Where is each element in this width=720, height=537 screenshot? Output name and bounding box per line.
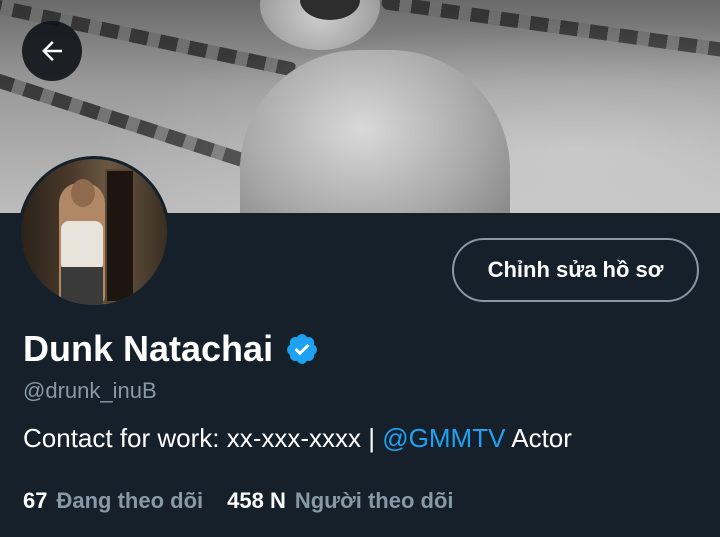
- followers-stat[interactable]: 458 N Người theo dõi: [227, 487, 453, 515]
- avatar-door: [105, 169, 135, 303]
- avatar-photo: [21, 159, 167, 305]
- profile-bio: Contact for work: xx-xxx-xxxx | @GMMTV A…: [23, 422, 572, 454]
- bio-text-prefix: Contact for work: xx-xxx-xxxx |: [23, 423, 383, 453]
- following-count: 67: [23, 488, 48, 513]
- profile-stats: 67 Đang theo dõi 458 N Người theo dõi: [23, 487, 454, 515]
- following-label: Đang theo dõi: [56, 488, 204, 513]
- following-stat[interactable]: 67 Đang theo dõi: [23, 487, 203, 515]
- profile-name: Dunk Natachai: [23, 328, 274, 369]
- profile-avatar[interactable]: [18, 156, 170, 308]
- profile-handle: @drunk_inuB: [23, 378, 157, 403]
- arrow-left-icon: [42, 41, 62, 61]
- edit-profile-button[interactable]: Chỉnh sửa hồ sơ: [452, 238, 699, 302]
- avatar-face: [71, 179, 95, 207]
- avatar-pants: [61, 267, 103, 305]
- avatar-shirt: [61, 221, 103, 271]
- profile-name-row: Dunk Natachai: [23, 327, 319, 371]
- verified-badge-icon: [287, 334, 317, 364]
- back-button[interactable]: [22, 21, 82, 81]
- followers-count: 458 N: [227, 488, 286, 513]
- followers-label: Người theo dõi: [294, 488, 454, 513]
- bio-mention-link[interactable]: @GMMTV: [382, 423, 505, 453]
- bio-text-suffix: Actor: [505, 423, 572, 453]
